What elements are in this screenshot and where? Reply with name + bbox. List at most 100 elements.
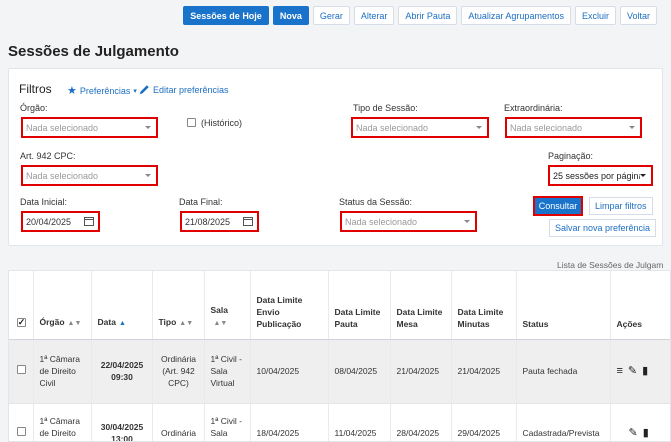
cell-limite-minutas: 21/04/2025 — [451, 339, 517, 404]
list-caption: Lista de Sessões de Julgam — [557, 260, 664, 270]
art942-select[interactable]: Nada selecionado — [21, 165, 158, 186]
cell-limite-envio: 10/04/2025 — [250, 339, 329, 404]
tipo-sessao-label: Tipo de Sessão: — [353, 103, 418, 113]
select-all-header[interactable] — [9, 271, 34, 340]
filters-title: Filtros — [19, 82, 52, 96]
col-limite-mesa-label: Data Limite Mesa — [396, 306, 443, 329]
col-limite-envio-label: Data Limite Envio Publicação — [256, 294, 303, 329]
select-all-checkbox[interactable] — [16, 316, 26, 328]
cell-limite-envio: 18/04/2025 — [250, 403, 329, 441]
cell-status: Cadastrada/Prevista — [516, 403, 611, 441]
more-icon[interactable]: ▮ — [642, 365, 648, 377]
cell-data: 30/04/2025 13:00 — [91, 403, 153, 441]
col-limite-mesa[interactable]: Data Limite Mesa — [390, 271, 452, 340]
editar-preferencias-link[interactable]: Editar preferências — [139, 84, 229, 95]
orgao-select-value: Nada selecionado — [26, 122, 99, 133]
cell-acoes: ≡ ✎ ▮ — [610, 339, 670, 404]
limpar-filtros-button[interactable]: Limpar filtros — [589, 197, 653, 215]
cell-limite-mesa: 28/04/2025 — [390, 403, 452, 441]
paginacao-select[interactable]: 25 sessões por página — [548, 165, 653, 186]
star-icon: ★ — [67, 85, 77, 97]
paginacao-label: Paginação: — [548, 151, 594, 161]
sort-icon: ▲▼ — [67, 319, 82, 327]
page-title: Sessões de Julgamento — [8, 43, 179, 60]
art942-select-value: Nada selecionado — [26, 170, 99, 181]
sessoes-hoje-button[interactable]: Sessões de Hoje — [183, 6, 269, 25]
cell-orgao: 1ª Câmara de Direito Civil — [33, 339, 92, 404]
sessions-table: Órgão▲▼ Data▲ Tipo▲▼ Sala▲▼ Data Limite … — [8, 270, 671, 442]
pencil-icon[interactable]: ✎ — [628, 365, 637, 377]
alterar-button[interactable]: Alterar — [353, 6, 395, 25]
col-acoes: Ações — [610, 271, 670, 340]
orgao-select[interactable]: Nada selecionado — [21, 117, 158, 138]
abrir-pauta-button[interactable]: Abrir Pauta — [398, 6, 458, 25]
data-final-input[interactable]: 21/08/2025 — [180, 211, 259, 232]
calendar-icon[interactable] — [84, 217, 94, 226]
data-final-label: Data Final: — [179, 197, 223, 207]
preferencias-dropdown[interactable]: ★ Preferências ▾ — [67, 84, 137, 97]
col-status[interactable]: Status — [516, 271, 611, 340]
row-checkbox[interactable] — [16, 365, 26, 374]
data-inicial-label: Data Inicial: — [20, 197, 68, 207]
extraordinaria-select[interactable]: Nada selecionado — [505, 117, 642, 138]
col-orgao-label: Órgão — [39, 316, 65, 327]
cell-limite-mesa: 21/04/2025 — [390, 339, 452, 404]
cell-sala: 1ª Civil - Sala Virtual — [204, 339, 251, 404]
atualizar-agrupamentos-button[interactable]: Atualizar Agrupamentos — [461, 6, 571, 25]
col-data-label: Data — [97, 316, 116, 327]
row-checkbox-cell[interactable] — [9, 339, 34, 404]
cell-sala: 1ª Civil - Sala Virtual — [204, 403, 251, 441]
more-icon[interactable]: ▮ — [643, 427, 649, 439]
caret-down-icon — [464, 220, 470, 223]
consultar-button[interactable]: Consultar — [533, 196, 583, 216]
caret-down-icon — [145, 126, 151, 129]
cell-tipo: Ordinária — [152, 403, 205, 441]
cell-data: 22/04/2025 09:30 — [91, 339, 153, 404]
art942-label: Art. 942 CPC: — [20, 151, 76, 161]
sort-icon: ▲▼ — [213, 319, 228, 327]
col-orgao[interactable]: Órgão ▲▼ — [33, 271, 92, 340]
extraordinaria-label: Extraordinária: — [504, 103, 563, 113]
col-data[interactable]: Data ▲ — [91, 271, 153, 340]
paginacao-select-value: 25 sessões por página — [553, 170, 640, 181]
cell-limite-pauta: 11/04/2025 — [328, 403, 391, 441]
caret-down-icon: ▾ — [133, 87, 137, 95]
table-row[interactable]: 1ª Câmara de Direito Civil 30/04/2025 13… — [9, 403, 670, 441]
editar-preferencias-label: Editar preferências — [153, 84, 229, 95]
data-final-value: 21/08/2025 — [185, 216, 231, 227]
filters-panel: Filtros ★ Preferências ▾ Editar preferên… — [8, 68, 663, 246]
cell-limite-pauta: 08/04/2025 — [328, 339, 391, 404]
tipo-sessao-select[interactable]: Nada selecionado — [351, 117, 489, 138]
caret-down-icon — [145, 174, 151, 177]
data-inicial-input[interactable]: 20/04/2025 — [21, 211, 100, 232]
cell-orgao: 1ª Câmara de Direito Civil — [33, 403, 92, 441]
col-limite-minutas-label: Data Limite Minutas — [457, 306, 504, 329]
table-header-row: Órgão▲▼ Data▲ Tipo▲▼ Sala▲▼ Data Limite … — [9, 271, 670, 340]
row-checkbox[interactable] — [16, 427, 26, 436]
list-icon[interactable]: ≡ — [617, 365, 623, 377]
col-limite-minutas[interactable]: Data Limite Minutas — [451, 271, 517, 340]
salvar-preferencia-button[interactable]: Salvar nova preferência — [549, 219, 657, 237]
orgao-label: Órgão: — [20, 103, 48, 113]
cell-limite-minutas: 29/04/2025 — [451, 403, 517, 441]
gerar-button[interactable]: Gerar — [312, 6, 350, 25]
toolbar: Sessões de Hoje Nova Gerar Alterar Abrir… — [183, 6, 657, 25]
preferencias-label: Preferências — [79, 85, 131, 96]
calendar-icon[interactable] — [243, 217, 253, 226]
excluir-button[interactable]: Excluir — [574, 6, 616, 25]
historico-checkbox[interactable] — [187, 118, 196, 127]
status-sessao-select[interactable]: Nada selecionado — [340, 211, 477, 232]
col-limite-pauta[interactable]: Data Limite Pauta — [328, 271, 391, 340]
col-status-label: Status — [522, 318, 549, 329]
col-sala[interactable]: Sala ▲▼ — [204, 271, 251, 340]
row-checkbox-cell[interactable] — [9, 403, 34, 441]
voltar-button[interactable]: Voltar — [619, 6, 657, 25]
col-tipo[interactable]: Tipo ▲▼ — [152, 271, 205, 340]
col-limite-envio[interactable]: Data Limite Envio Publicação — [250, 271, 329, 340]
caret-down-icon — [629, 126, 635, 129]
status-sessao-select-value: Nada selecionado — [345, 216, 418, 227]
nova-button[interactable]: Nova — [272, 6, 309, 25]
table-row[interactable]: 1ª Câmara de Direito Civil 22/04/2025 09… — [9, 339, 670, 404]
col-sala-label: Sala — [210, 304, 229, 315]
pencil-icon[interactable]: ✎ — [629, 427, 638, 439]
